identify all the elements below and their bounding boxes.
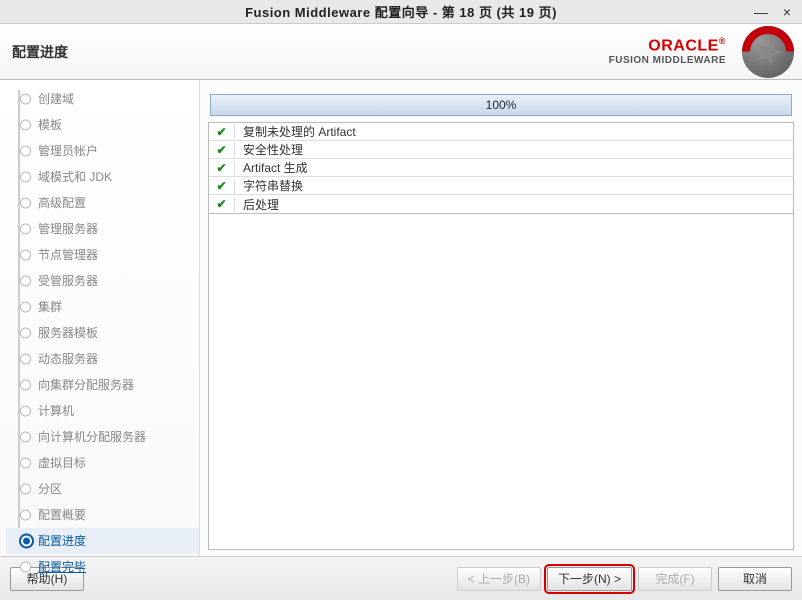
- check-icon: ✔: [209, 125, 235, 139]
- wizard-step-15: 分区: [6, 476, 199, 502]
- task-row: ✔字符串替换: [209, 177, 793, 195]
- window-controls: — ×: [752, 4, 796, 20]
- task-row: ✔复制未处理的 Artifact: [209, 123, 793, 141]
- main-panel: 100% ✔复制未处理的 Artifact✔安全性处理✔Artifact 生成✔…: [200, 80, 802, 556]
- brand-oracle: ORACLE®: [609, 37, 726, 55]
- check-icon: ✔: [209, 179, 235, 193]
- wizard-step-11: 向集群分配服务器: [6, 372, 199, 398]
- wizard-step-6: 节点管理器: [6, 242, 199, 268]
- check-icon: ✔: [209, 197, 235, 211]
- window-title: Fusion Middleware 配置向导 - 第 18 页 (共 19 页): [245, 2, 557, 21]
- wizard-step-16: 配置概要: [6, 502, 199, 528]
- wizard-step-5: 管理服务器: [6, 216, 199, 242]
- brand-text: ORACLE® FUSION MIDDLEWARE: [609, 37, 726, 66]
- next-button[interactable]: 下一步(N) >: [547, 567, 632, 591]
- check-icon: ✔: [209, 161, 235, 175]
- wizard-step-18[interactable]: 配置完毕: [6, 554, 199, 580]
- brand: ORACLE® FUSION MIDDLEWARE: [609, 26, 794, 78]
- task-label: 后处理: [235, 196, 287, 213]
- body: 创建域模板管理员帐户域模式和 JDK高级配置管理服务器节点管理器受管服务器集群服…: [0, 80, 802, 556]
- close-button[interactable]: ×: [778, 4, 796, 20]
- log-area: [208, 214, 794, 550]
- task-label: 字符串替换: [235, 177, 311, 194]
- task-label: Artifact 生成: [235, 159, 316, 176]
- cancel-button[interactable]: 取消: [718, 567, 792, 591]
- task-label: 复制未处理的 Artifact: [235, 123, 364, 140]
- finish-button: 完成(F): [638, 567, 712, 591]
- task-row: ✔安全性处理: [209, 141, 793, 159]
- wizard-step-2: 管理员帐户: [6, 138, 199, 164]
- wizard-step-10: 动态服务器: [6, 346, 199, 372]
- wizard-step-8: 集群: [6, 294, 199, 320]
- wizard-step-1: 模板: [6, 112, 199, 138]
- wizard-step-9: 服务器模板: [6, 320, 199, 346]
- minimize-button[interactable]: —: [752, 4, 770, 20]
- task-table: ✔复制未处理的 Artifact✔安全性处理✔Artifact 生成✔字符串替换…: [208, 122, 794, 214]
- header: 配置进度 ORACLE® FUSION MIDDLEWARE: [0, 24, 802, 80]
- wizard-step-17[interactable]: 配置进度: [6, 528, 199, 554]
- titlebar: Fusion Middleware 配置向导 - 第 18 页 (共 19 页)…: [0, 0, 802, 24]
- task-row: ✔Artifact 生成: [209, 159, 793, 177]
- wizard-step-0: 创建域: [6, 86, 199, 112]
- progress-percent: 100%: [486, 98, 517, 112]
- wizard-step-7: 受管服务器: [6, 268, 199, 294]
- wizard-step-3: 域模式和 JDK: [6, 164, 199, 190]
- brand-gear-icon: [742, 26, 794, 78]
- wizard-step-12: 计算机: [6, 398, 199, 424]
- wizard-step-14: 虚拟目标: [6, 450, 199, 476]
- progress-wrap: 100%: [208, 86, 794, 122]
- check-icon: ✔: [209, 143, 235, 157]
- wizard-step-13: 向计算机分配服务器: [6, 424, 199, 450]
- task-label: 安全性处理: [235, 141, 311, 158]
- task-row: ✔后处理: [209, 195, 793, 213]
- brand-fusion: FUSION MIDDLEWARE: [609, 55, 726, 66]
- progress-bar: 100%: [210, 94, 792, 116]
- wizard-steps-sidebar: 创建域模板管理员帐户域模式和 JDK高级配置管理服务器节点管理器受管服务器集群服…: [0, 80, 200, 556]
- wizard-step-4: 高级配置: [6, 190, 199, 216]
- back-button: < 上一步(B): [457, 567, 541, 591]
- page-title: 配置进度: [12, 42, 68, 62]
